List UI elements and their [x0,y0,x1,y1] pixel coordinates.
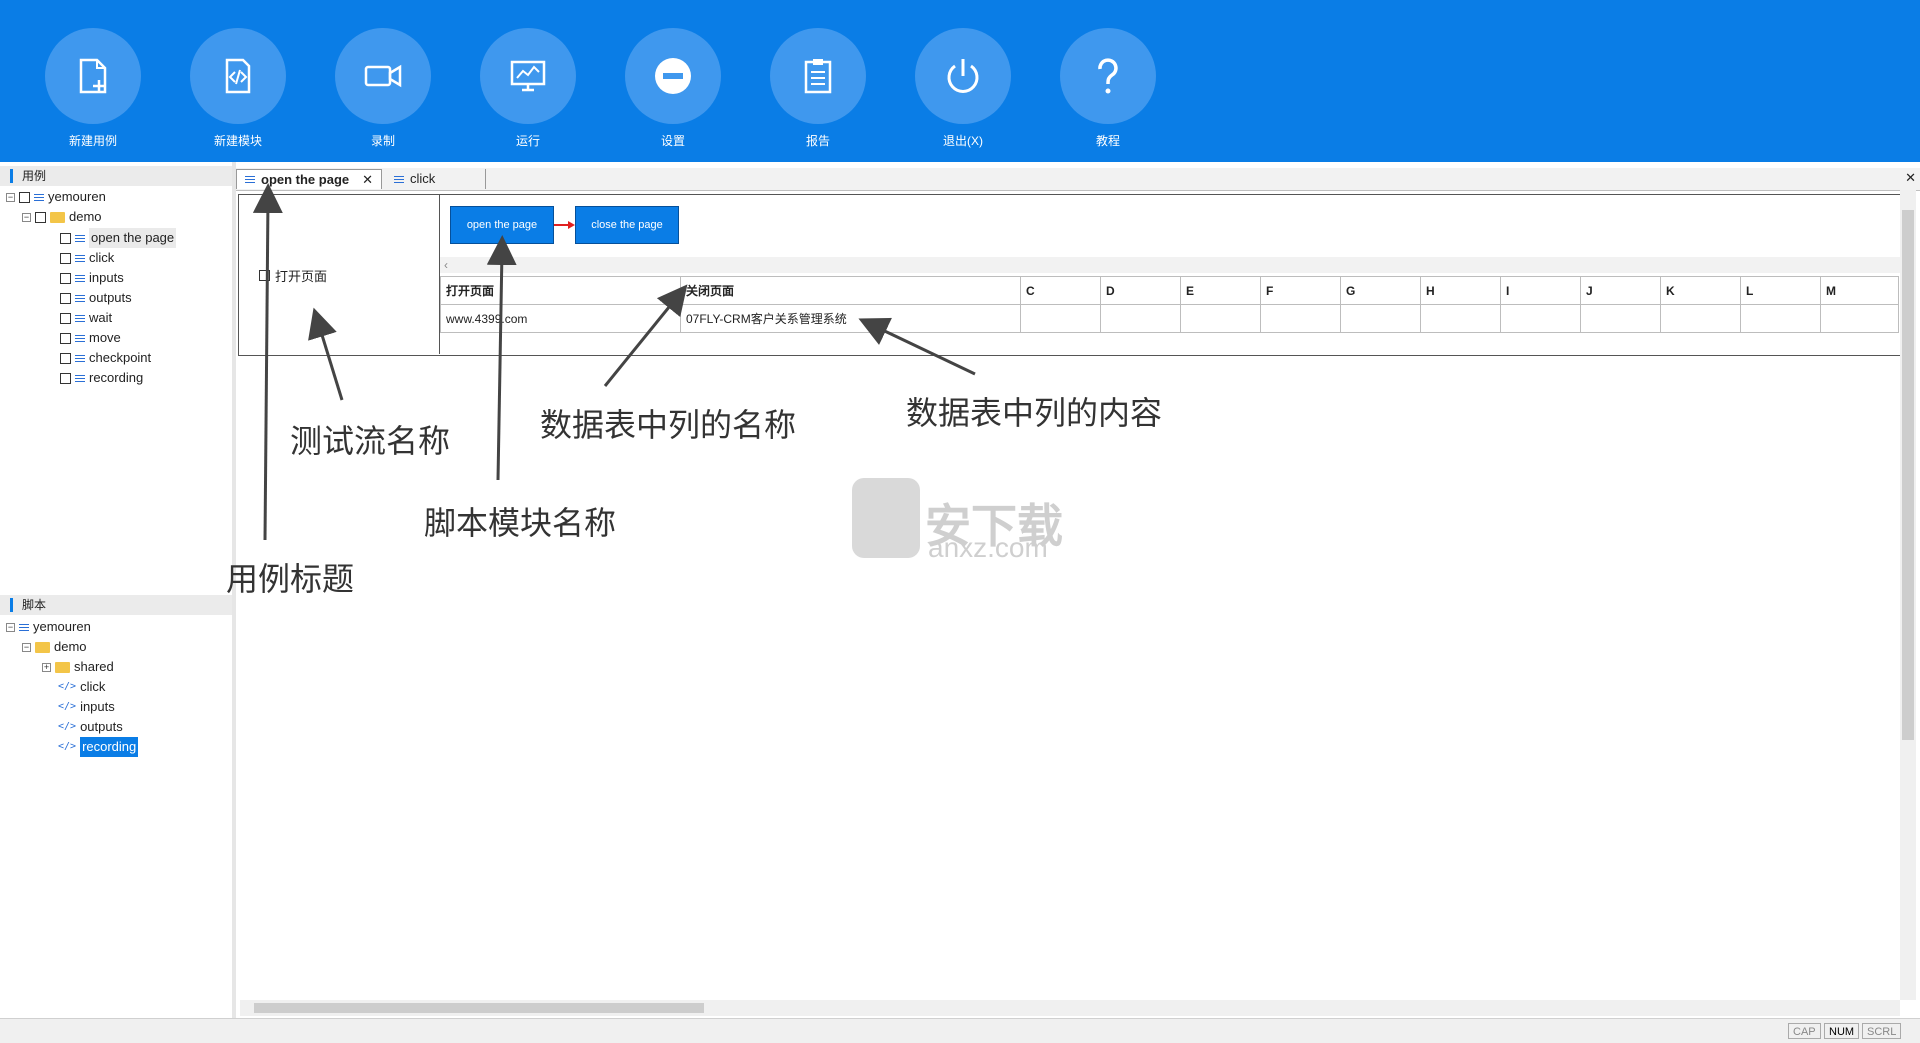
caps-indicator: CAP [1788,1023,1821,1039]
numlock-indicator: NUM [1824,1023,1860,1039]
status-bar: CAP NUM SCRL [0,1018,1920,1043]
annotation-arrows [252,183,976,541]
annotation-flow-name: 测试流名称 [290,422,451,460]
annotation-case-title: 用例标题 [226,560,355,598]
scrollbar-thumb[interactable] [254,1003,704,1013]
annotation-module-name: 脚本模块名称 [424,504,617,542]
vertical-scrollbar[interactable] [1900,190,1916,1000]
scroll-indicator: SCRL [1862,1023,1902,1039]
annotation-column-content: 数据表中列的内容 [906,394,1163,432]
scrollbar-thumb[interactable] [1902,210,1914,740]
annotation-column-name: 数据表中列的名称 [540,406,797,444]
horizontal-scrollbar[interactable] [240,1000,1900,1016]
